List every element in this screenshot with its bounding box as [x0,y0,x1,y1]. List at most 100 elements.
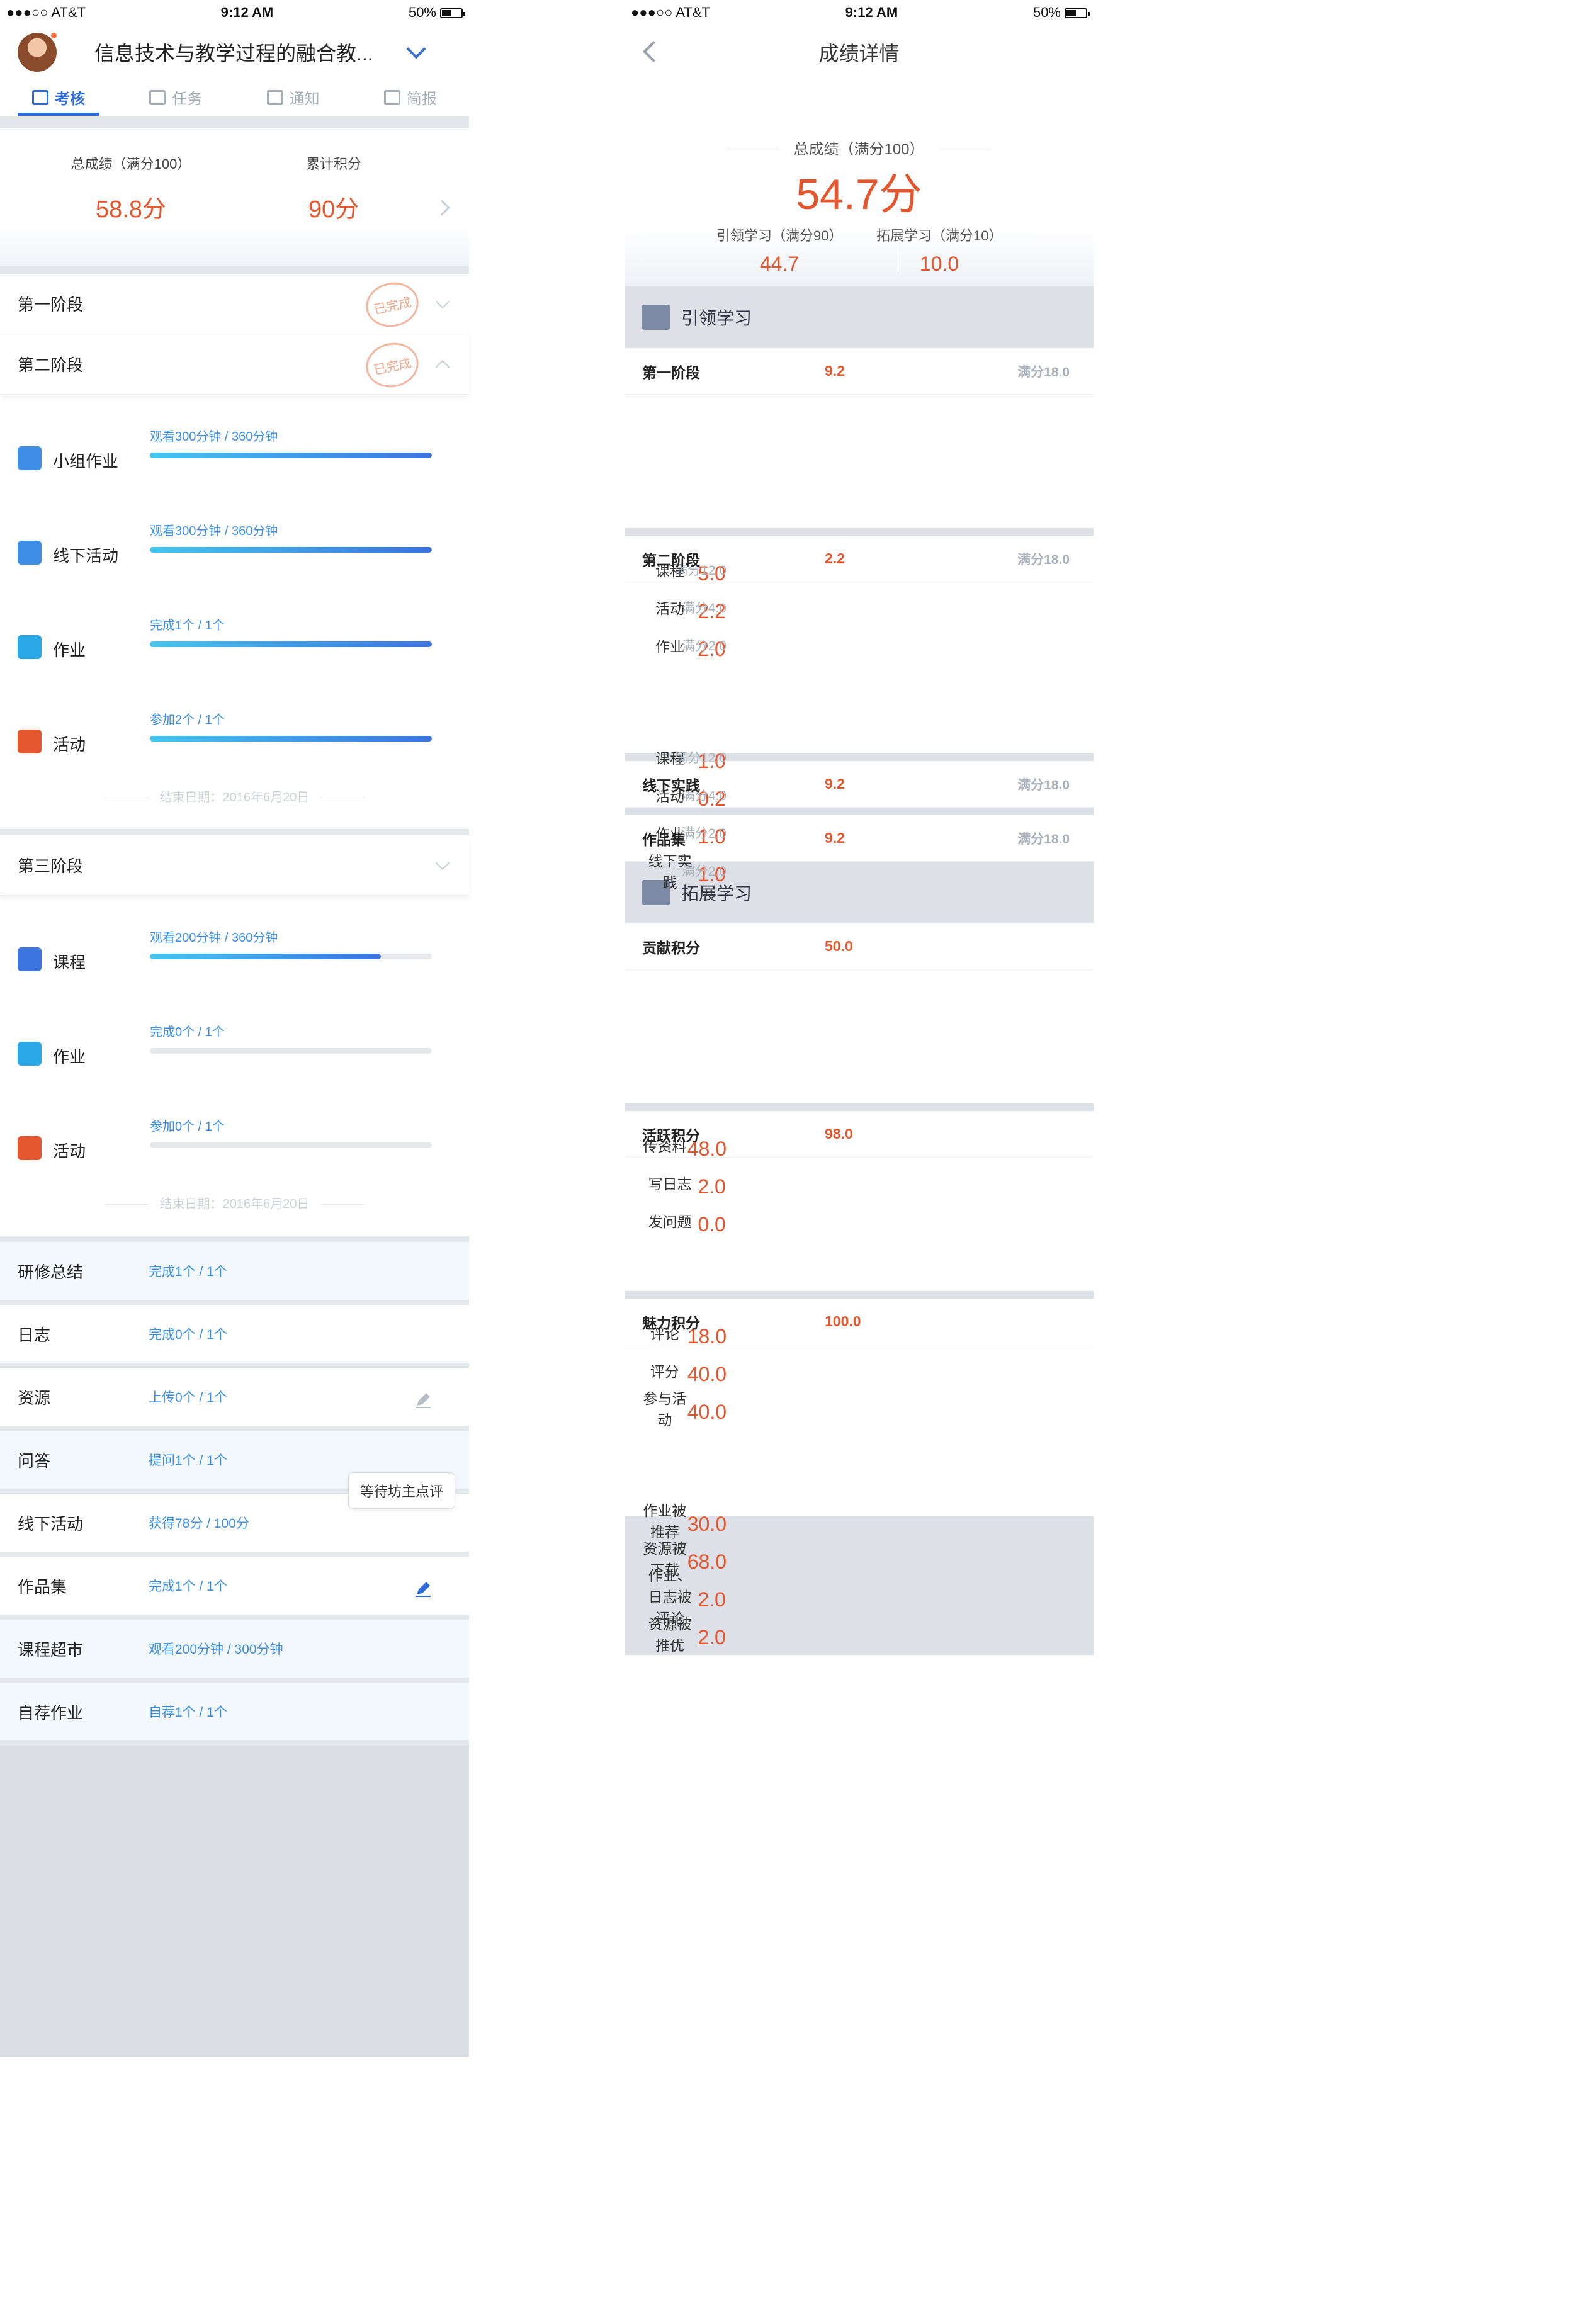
requirement-row[interactable]: 自荐作业 自荐1个 / 1个 [0,1683,469,1746]
chevron-down-icon[interactable] [435,294,450,309]
end-date: 结束日期：2016年6月20日 [0,1192,469,1236]
tab-tasks[interactable]: 任务 [117,79,234,116]
score-group-value: 9.2 [825,363,845,379]
task-row[interactable]: 作业 完成1个 / 1个 [0,596,469,691]
checklist-icon [32,89,49,105]
progress-fill [150,547,432,553]
score-item-name: 写日志 [648,1176,692,1192]
lead-learning-label: 引领学习（满分90） [716,228,843,244]
tab-bar: 考核 任务 通知 简报 [0,79,469,116]
status-bar: ●●●○○ AT&T 9:12 AM 50% [0,0,469,25]
battery-percent: 50% [408,4,436,20]
requirement-name: 日志 [18,1325,51,1345]
assessment-screen: ●●●○○ AT&T 9:12 AM 50% 信息技术与教学过程的融合教... … [0,0,469,2134]
task-icon [149,89,166,105]
requirement-list: 研修总结 完成1个 / 1个 日志 完成0个 / 1个 资源 上传0个 / 1个 问答 提问1… [0,1242,469,1746]
extended-learning-label: 拓展学习（满分10） [876,228,1003,244]
requirement-row[interactable]: 线下活动 获得78分 / 100分 等待坊主点评 [0,1472,469,1557]
progress-fill [150,954,382,959]
score-group-value: 98.0 [825,1125,853,1142]
score-item-value: 2.0 [698,1175,726,1198]
course-header[interactable]: 信息技术与教学过程的融合教... [0,25,469,79]
score-group-row: 第一阶段 9.2 满分18.0 [625,348,1094,395]
stage-2-header[interactable]: 第二阶段 已完成 [0,334,469,395]
chevron-down-icon[interactable] [435,855,450,871]
stage-1-header[interactable]: 第一阶段 已完成 [0,274,469,334]
tab-reports[interactable]: 简报 [352,79,469,116]
requirement-row[interactable]: 研修总结 完成1个 / 1个 [0,1242,469,1305]
task-row[interactable]: 课程 观看200分钟 / 360分钟 [0,908,469,1003]
divider [625,1103,1094,1111]
chevron-right-icon[interactable] [434,200,450,216]
score-item-row: 评分 40.0 [625,1351,750,1389]
requirement-progress: 观看200分钟 / 300分钟 [149,1642,283,1657]
chevron-down-icon[interactable] [406,38,426,59]
score-detail-screen: ●●●○○ AT&T 9:12 AM 50% 成绩详情 总成绩（满分100） 5… [625,0,1094,1684]
status-bar: ●●●○○ AT&T 9:12 AM 50% [625,0,1094,25]
requirement-row[interactable]: 日志 完成0个 / 1个 [0,1305,469,1368]
requirement-name: 线下活动 [18,1514,84,1533]
completed-stamp: 已完成 [361,278,423,332]
progress-bar [150,453,432,458]
homework-icon [18,1042,42,1066]
status-time: 9:12 AM [845,4,898,20]
tab-assessment[interactable]: 考核 [0,79,117,116]
extended-learning-value: 10.0 [919,252,959,275]
tab-label: 简报 [406,91,437,108]
task-progress: 观看200分钟 / 360分钟 [150,931,278,945]
avatar[interactable] [18,31,58,72]
task-row[interactable]: 线下活动 观看300分钟 / 360分钟 [0,502,469,596]
score-group-row: 线下实践 9.2 满分18.0 [625,761,1094,808]
score-group-name: 魅力积分 [642,1314,700,1331]
total-score-card: 总成绩（满分100） 54.7分 引领学习（满分90） 44.7 拓展学习（满分… [625,79,1094,286]
score-group-name: 活跃积分 [642,1127,700,1144]
task-progress: 观看300分钟 / 360分钟 [150,524,278,538]
extended-learning-score: 拓展学习（满分10） 10.0 [876,225,1002,276]
task-name: 线下活动 [53,546,119,565]
requirement-row[interactable]: 课程超市 观看200分钟 / 300分钟 [0,1620,469,1683]
divider [0,829,469,835]
pencil-icon[interactable] [414,1579,433,1598]
back-icon[interactable] [643,41,664,62]
score-item-row: 参与活动 40.0 [625,1389,750,1428]
task-row[interactable]: 活动 参加0个 / 1个 [0,1097,469,1192]
notice-icon [266,89,283,105]
points-value: 90分 [308,196,359,223]
score-group-value: 9.2 [825,830,845,846]
battery-percent: 50% [1032,4,1061,20]
progress-bar [150,1048,432,1054]
tab-notices[interactable]: 通知 [235,79,352,116]
requirement-progress: 提问1个 / 1个 [149,1453,227,1468]
chevron-up-icon[interactable] [435,359,450,375]
requirement-row[interactable]: 作品集 完成1个 / 1个 [0,1557,469,1620]
progress-fill [150,453,432,458]
course-title[interactable]: 信息技术与教学过程的融合教... [94,38,390,67]
progress-bar [150,641,432,647]
pencil-icon[interactable] [414,1390,433,1409]
course-book-icon [18,947,42,971]
task-row[interactable]: 活动 参加2个 / 1个 [0,691,469,785]
requirement-row[interactable]: 资源 上传0个 / 1个 [0,1368,469,1431]
task-row[interactable]: 作业 完成0个 / 1个 [0,1003,469,1097]
task-progress: 观看300分钟 / 360分钟 [150,430,278,444]
score-item-value: 0.0 [698,1212,726,1236]
status-time: 9:12 AM [220,4,274,20]
task-progress: 完成0个 / 1个 [150,1025,225,1039]
task-row[interactable]: 小组作业 观看300分钟 / 360分钟 [0,407,469,502]
score-summary[interactable]: 总成绩（满分100） 58.8分 累计积分 90分 [0,128,469,266]
stage-3-header[interactable]: 第三阶段 [0,835,469,896]
score-item-value: 40.0 [687,1362,727,1385]
score-item-max: 满分2.0 [681,864,727,879]
divider [625,528,1094,536]
score-item-row: 发问题 0.0 [625,1202,750,1239]
score-item-row: 作业、日志被评论 2.0 [625,1567,750,1627]
score-item-name: 参与活动 [643,1390,687,1428]
score-group-max: 满分18.0 [1017,777,1070,793]
requirement-name: 作品集 [18,1577,67,1596]
score-group-value: 50.0 [825,938,853,954]
score-item-value: 2.0 [698,1588,726,1611]
